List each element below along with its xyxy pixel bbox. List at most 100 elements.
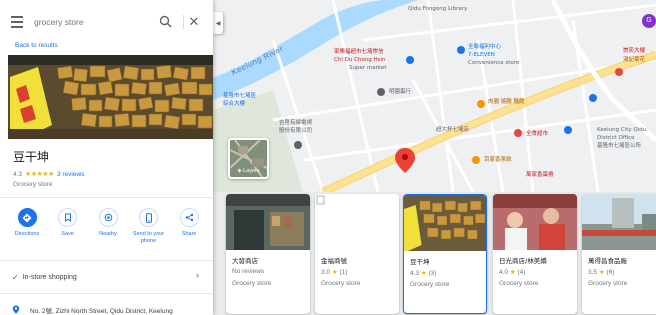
result-card[interactable]: 金福商號 3.0 ★ (1) Grocery store	[315, 194, 399, 314]
map-poi-label: District Office	[597, 135, 635, 141]
result-category: Grocery store	[232, 280, 272, 287]
result-category: Grocery store	[499, 280, 539, 287]
map-poi-label[interactable]: 超大杯七堵店	[436, 127, 469, 134]
address-text: No. 2號, Zizhi North Street, Qidu Distric…	[30, 308, 173, 315]
map-poi-label[interactable]: 全食超市	[526, 131, 548, 138]
result-name: 金福商號	[321, 257, 347, 265]
map-poi-label[interactable]: 崇奕大樓	[623, 48, 645, 55]
map-poi-label[interactable]: 湯記菊花	[623, 57, 645, 64]
layers-icon: ◈	[237, 168, 242, 174]
result-name: 萬得昌食品廠	[588, 257, 627, 265]
result-photo	[493, 194, 577, 250]
nearby-icon	[98, 208, 118, 227]
map-poi-label: 基隆市七堵區公所	[597, 143, 642, 149]
in-store-shopping-row[interactable]: ✓ In-store shopping ›	[12, 270, 207, 284]
star-rating-icon: ★★★★★	[25, 171, 54, 178]
nearby-label: Nearby	[99, 231, 117, 237]
directions-button[interactable]: Directions	[8, 208, 46, 245]
search-input[interactable]	[34, 17, 154, 27]
map-poi-label[interactable]: 百家香茶飲	[484, 157, 512, 164]
map-poi-label[interactable]: 全聯福利中心	[468, 44, 501, 51]
result-card[interactable]: 大發商店 No reviews Grocery store	[226, 194, 310, 314]
map-poi-label[interactable]: 萬家香蛋捲	[526, 172, 554, 179]
chevron-right-icon: ›	[196, 270, 199, 280]
star-icon: ★	[331, 269, 338, 276]
divider	[0, 260, 213, 261]
result-category: Grocery store	[410, 281, 450, 288]
directions-label: Directions	[14, 231, 40, 237]
close-icon[interactable]: ✕	[186, 14, 202, 30]
map-poi-label[interactable]: 家樂福超市七堵崇信	[334, 49, 384, 56]
reviews-link[interactable]: 3 reviews	[57, 171, 84, 178]
map-poi-label: 股份有限公司	[279, 128, 313, 134]
directions-icon	[17, 208, 37, 227]
menu-icon[interactable]	[4, 6, 30, 38]
result-rating: 4.0 ★ (4)	[499, 269, 526, 276]
result-name: 大發商店	[232, 257, 258, 265]
result-category: Grocery store	[321, 280, 361, 287]
in-store-shopping-label: In-store shopping	[22, 273, 77, 281]
place-category[interactable]: Grocery store	[13, 181, 52, 188]
layers-button[interactable]: ◈ Layers	[228, 138, 269, 179]
result-photo	[404, 195, 486, 251]
back-to-results-link[interactable]: Back to results	[15, 42, 58, 49]
checkmark-icon: ✓	[12, 272, 19, 282]
search-icon[interactable]	[158, 14, 174, 30]
result-photo	[582, 194, 656, 250]
map-poi-label[interactable]: 明園蛋行	[389, 89, 411, 96]
result-reviews: No reviews	[232, 268, 265, 275]
send-to-phone-label: Send to your phone	[132, 231, 165, 244]
share-icon	[179, 208, 199, 227]
result-rating: 4.3 ★ (3)	[410, 270, 437, 277]
map-tiles	[213, 0, 656, 192]
layers-label: Layers	[243, 168, 260, 174]
star-icon: ★	[420, 270, 427, 277]
star-icon: ★	[509, 269, 516, 276]
map-poi-label[interactable]: 吉陞有線電視	[279, 120, 312, 127]
result-category: Grocery store	[588, 280, 628, 287]
map-poi-label: 綜合大樓	[223, 101, 246, 107]
address-row[interactable]: No. 2號, Zizhi North Street, Qidu Distric…	[12, 305, 173, 315]
map-poi-label[interactable]: 7-ELEVEN	[468, 52, 495, 59]
collapse-panel-button[interactable]: ◀	[213, 12, 223, 34]
map-poi-label[interactable]: Keelung City Qidu	[597, 127, 646, 134]
result-name: 豆干坤	[410, 258, 430, 266]
action-buttons: Directions Save Nearby Send to your phon…	[8, 208, 208, 245]
place-title: 豆干坤	[13, 150, 50, 164]
map-poi-label: Convenience store	[468, 60, 520, 66]
result-card-selected[interactable]: 豆干坤 4.3 ★ (3) Grocery store	[403, 194, 487, 314]
result-card[interactable]: 日光商店/林美嬌 4.0 ★ (4) Grocery store	[493, 194, 577, 314]
maps-app: ✕ Back to results	[0, 0, 656, 315]
rating-row: 4.3 ★★★★★ 3 reviews	[13, 170, 84, 179]
share-button[interactable]: Share	[170, 208, 208, 245]
star-icon: ★	[598, 269, 605, 276]
bookmark-icon	[58, 208, 77, 227]
results-carousel: 大發商店 No reviews Grocery store 金福商號 3.0 ★…	[213, 192, 656, 315]
map-poi-label[interactable]: Chi Du Chong Hsin	[334, 57, 386, 64]
location-pin-icon	[12, 305, 20, 314]
save-label: Save	[61, 231, 74, 237]
map-poi-label: Super market	[349, 65, 387, 71]
result-card[interactable]: 萬得昌食品廠 3.5 ★ (6) Grocery store	[582, 194, 656, 314]
result-rating: 3.0 ★ (1)	[321, 269, 348, 276]
divider	[0, 197, 213, 198]
map-poi-label[interactable]: Qidu Fongong Library	[408, 6, 467, 13]
map-poi-label[interactable]: 基隆市七堵區	[223, 93, 256, 100]
rating-value: 4.3	[13, 170, 23, 178]
place-photo[interactable]	[8, 55, 213, 139]
divider	[0, 293, 213, 294]
share-label: Share	[181, 231, 197, 237]
result-name: 日光商店/林美嬌	[499, 257, 547, 265]
save-button[interactable]: Save	[49, 208, 87, 245]
broken-image-icon	[315, 194, 399, 250]
phone-icon	[139, 208, 158, 227]
result-rating: 3.5 ★ (6)	[588, 269, 615, 276]
search-box: ✕	[4, 6, 210, 38]
account-avatar[interactable]: G	[642, 14, 656, 28]
nearby-button[interactable]: Nearby	[89, 208, 127, 245]
map-poi-label[interactable]: 肉圓 燒臘 麵館	[488, 99, 525, 106]
search-divider	[183, 15, 184, 29]
place-panel: ✕ Back to results	[0, 0, 213, 315]
send-to-phone-button[interactable]: Send to your phone	[130, 208, 168, 245]
map-canvas[interactable]: ◀ Keelung River 家樂福超市七堵崇信 Chi Du Chong H…	[213, 0, 656, 192]
